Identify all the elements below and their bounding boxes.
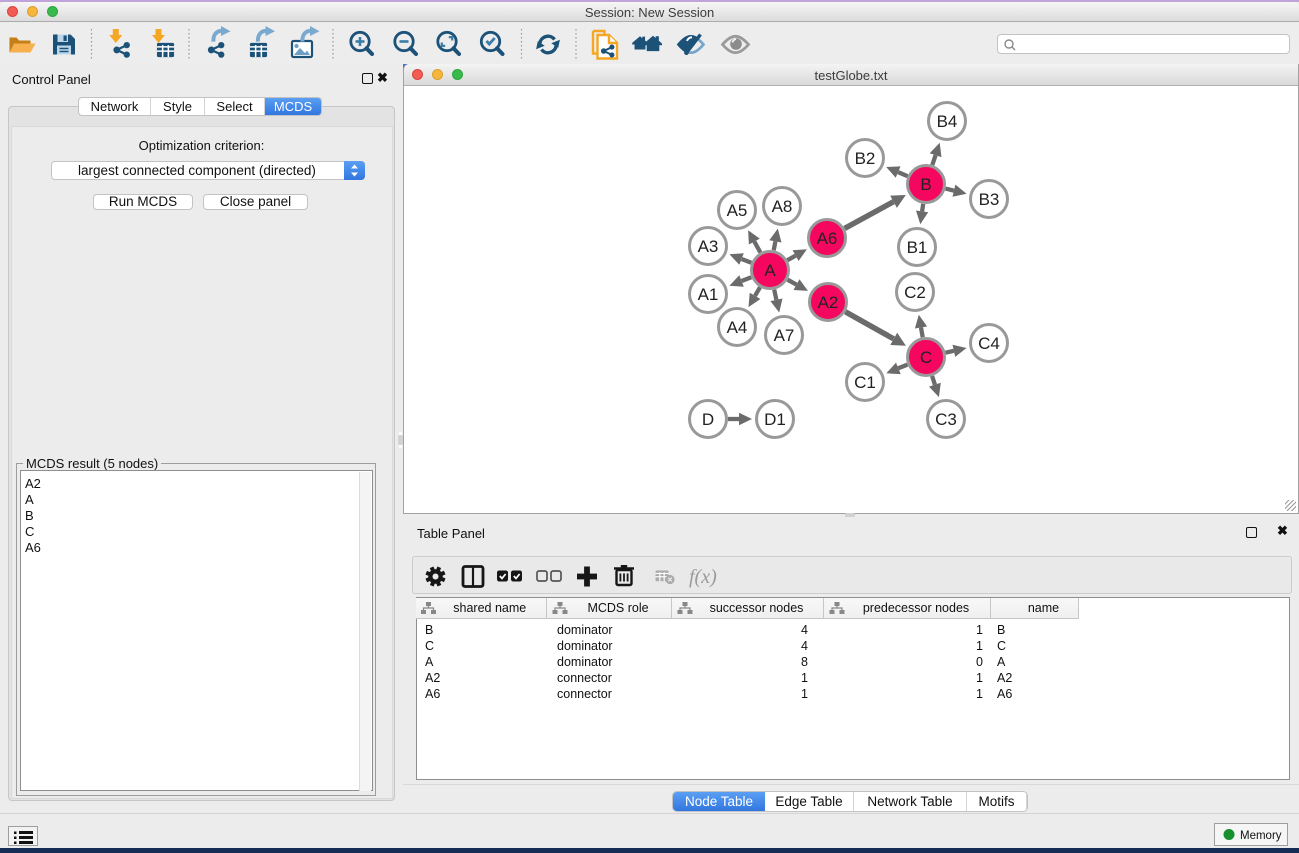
svg-text:B1: B1 xyxy=(907,238,928,257)
svg-text:C: C xyxy=(920,348,932,367)
svg-text:Memory: Memory xyxy=(1240,830,1282,842)
svg-text:B3: B3 xyxy=(979,190,1000,209)
svg-text:f(x): f(x) xyxy=(689,566,717,588)
svg-text:A7: A7 xyxy=(774,326,795,345)
svg-text:C1: C1 xyxy=(854,373,876,392)
svg-text:A5: A5 xyxy=(727,201,748,220)
svg-text:A8: A8 xyxy=(772,197,793,216)
svg-text:A: A xyxy=(764,261,776,280)
svg-text:A3: A3 xyxy=(698,237,719,256)
svg-text:C2: C2 xyxy=(904,283,926,302)
svg-text:C4: C4 xyxy=(978,334,1000,353)
svg-text:B4: B4 xyxy=(937,112,958,131)
svg-text:A1: A1 xyxy=(698,285,719,304)
svg-text:A2: A2 xyxy=(818,293,839,312)
svg-text:C3: C3 xyxy=(935,410,957,429)
svg-text:D1: D1 xyxy=(764,410,786,429)
svg-text:B2: B2 xyxy=(855,149,876,168)
svg-text:A4: A4 xyxy=(727,318,748,337)
svg-text:A6: A6 xyxy=(817,229,838,248)
svg-text:D: D xyxy=(702,410,714,429)
svg-text:B: B xyxy=(920,175,931,194)
